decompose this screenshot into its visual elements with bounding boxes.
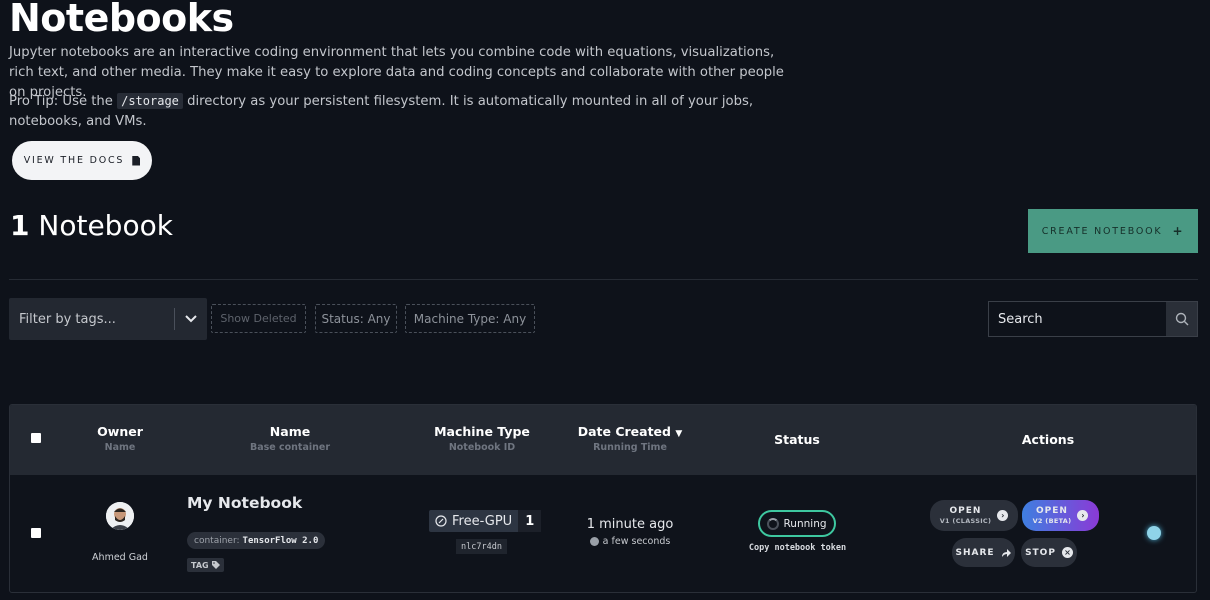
search-button[interactable]	[1166, 302, 1197, 336]
status-filter[interactable]: Status: Any	[315, 304, 397, 333]
running-time-value: a few seconds	[602, 536, 671, 547]
avatar[interactable]	[106, 502, 134, 530]
machine-type-filter[interactable]: Machine Type: Any	[405, 304, 535, 333]
open-v1-button[interactable]: OPEN V1 (CLASSIC) ›	[930, 500, 1018, 531]
spinner-icon	[767, 517, 780, 530]
container-badge-label: container:	[194, 535, 240, 546]
open-v1-sub: V1 (CLASSIC)	[939, 516, 992, 525]
machine-type-name: Free-GPU	[429, 514, 518, 529]
select-all-checkbox[interactable]	[31, 433, 41, 443]
document-icon	[132, 155, 141, 166]
notebook-name[interactable]: My Notebook	[187, 494, 302, 512]
arrow-right-icon: ›	[997, 510, 1009, 521]
search-box: Search	[988, 301, 1198, 337]
row-checkbox[interactable]	[31, 528, 41, 538]
share-icon	[1001, 548, 1011, 557]
open-v2-text: OPEN V2 (BETA)	[1033, 506, 1072, 526]
container-badge: container: TensorFlow 2.0	[187, 532, 326, 549]
storage-code: /storage	[117, 93, 183, 109]
open-v2-button[interactable]: OPEN V2 (BETA) ›	[1022, 500, 1099, 531]
column-machine-type-sub: Notebook ID	[448, 442, 516, 453]
search-input[interactable]: Search	[989, 302, 1166, 336]
column-owner-label: Owner	[97, 424, 143, 439]
globe-icon[interactable]	[1147, 526, 1161, 540]
column-owner[interactable]: Owner Name	[80, 424, 160, 453]
section-divider	[9, 279, 1198, 280]
column-date-created-sub: Running Time	[593, 442, 667, 453]
column-name-label: Name	[269, 424, 311, 439]
column-name[interactable]: Name Base container	[230, 424, 350, 453]
date-created: 1 minute ago	[586, 517, 674, 532]
close-icon: ×	[1061, 547, 1073, 558]
plus-icon: +	[1172, 224, 1185, 238]
share-button[interactable]: SHARE	[952, 538, 1015, 567]
column-machine-type[interactable]: Machine Type Notebook ID	[422, 424, 542, 453]
view-docs-button[interactable]: VIEW THE DOCS	[12, 141, 152, 180]
notebook-count-label: Notebook	[38, 209, 173, 242]
notebooks-table: Owner Name Name Base container Machine Typ…	[9, 404, 1197, 593]
filter-tags-select[interactable]: Filter by tags...	[9, 298, 207, 340]
tag-icon	[211, 561, 220, 569]
machine-type-badge: Free-GPU 1	[429, 510, 542, 532]
stop-label: STOP	[1025, 547, 1056, 558]
notebook-id: nlc7r4dn	[456, 539, 507, 554]
create-notebook-button[interactable]: CREATE NOTEBOOK +	[1028, 209, 1198, 253]
machine-type-label: Free-GPU	[452, 513, 513, 529]
gpu-icon	[435, 515, 447, 527]
column-date-created[interactable]: Date Created ▼ Running Time	[565, 424, 695, 453]
column-machine-type-label: Machine Type	[434, 424, 530, 439]
column-name-sub: Base container	[249, 442, 331, 453]
share-label: SHARE	[955, 547, 995, 558]
running-time: a few seconds	[570, 536, 690, 547]
search-icon	[1175, 312, 1188, 326]
filter-tags-placeholder: Filter by tags...	[19, 311, 116, 327]
status-badge: Running	[758, 510, 836, 537]
open-v2-sub: V2 (BETA)	[1032, 516, 1072, 525]
container-badge-value: TensorFlow 2.0	[242, 535, 319, 546]
add-tag-label: TAG	[191, 560, 209, 570]
add-tag-button[interactable]: TAG	[187, 558, 224, 572]
page-title: Notebooks	[9, 0, 234, 40]
status-label: Running	[783, 517, 827, 530]
open-v2-label: OPEN	[1036, 505, 1068, 516]
owner-name: Ahmed Gad	[92, 552, 148, 563]
notebook-count: 1 Notebook	[10, 209, 173, 242]
sort-desc-icon[interactable]: ▼	[675, 429, 682, 439]
view-docs-label: VIEW THE DOCS	[23, 155, 125, 166]
copy-token-link[interactable]: Copy notebook token	[740, 543, 855, 553]
clock-icon	[589, 537, 599, 546]
column-owner-sub: Name	[104, 442, 136, 453]
table-header: Owner Name Name Base container Machine Typ…	[10, 405, 1196, 475]
create-notebook-label: CREATE NOTEBOOK	[1041, 225, 1163, 237]
pro-tip-prefix: Pro Tip: Use the	[9, 94, 118, 109]
column-date-created-label: Date Created	[577, 424, 671, 439]
notebook-count-number: 1	[10, 209, 30, 242]
machine-count: 1	[518, 510, 542, 532]
column-status[interactable]: Status	[747, 432, 847, 447]
stop-button[interactable]: STOP ×	[1021, 538, 1077, 567]
column-actions: Actions	[1021, 432, 1075, 447]
arrow-right-icon: ›	[1077, 510, 1089, 521]
open-v1-text: OPEN V1 (CLASSIC)	[940, 506, 992, 526]
chevron-down-icon[interactable]	[175, 315, 207, 323]
pro-tip: Pro Tip: Use the /storage directory as y…	[9, 91, 799, 132]
show-deleted-toggle[interactable]: Show Deleted	[211, 304, 306, 333]
open-v1-label: OPEN	[949, 505, 982, 516]
